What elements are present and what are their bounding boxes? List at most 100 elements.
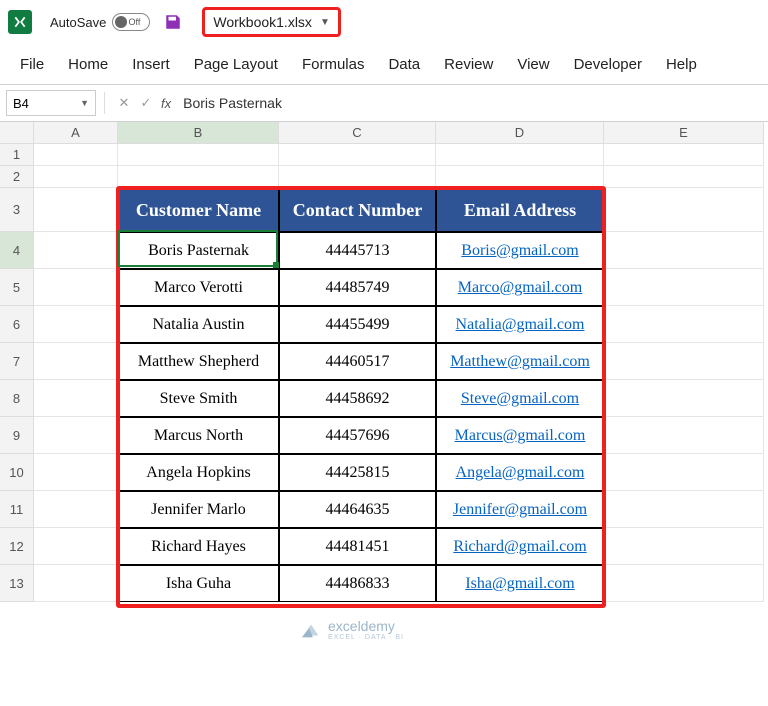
- cell[interactable]: [604, 166, 764, 188]
- tab-developer[interactable]: Developer: [562, 44, 654, 84]
- cell[interactable]: Natalia@gmail.com: [436, 306, 604, 343]
- col-header-b[interactable]: B: [118, 122, 279, 144]
- tab-formulas[interactable]: Formulas: [290, 44, 377, 84]
- cell[interactable]: [604, 565, 764, 602]
- cell[interactable]: Richard@gmail.com: [436, 528, 604, 565]
- cell[interactable]: Angela Hopkins: [118, 454, 279, 491]
- cell[interactable]: 44457696: [279, 417, 436, 454]
- row-header[interactable]: 11: [0, 491, 34, 528]
- cell[interactable]: [604, 306, 764, 343]
- cell[interactable]: 44481451: [279, 528, 436, 565]
- row-header[interactable]: 6: [0, 306, 34, 343]
- filename-dropdown[interactable]: Workbook1.xlsx ▼: [202, 7, 340, 37]
- cell[interactable]: [34, 380, 118, 417]
- cell[interactable]: 44445713: [279, 232, 436, 269]
- row-header[interactable]: 7: [0, 343, 34, 380]
- enter-formula-icon[interactable]: ✓: [135, 92, 157, 114]
- tab-home[interactable]: Home: [56, 44, 120, 84]
- row-header[interactable]: 10: [0, 454, 34, 491]
- cell[interactable]: [604, 343, 764, 380]
- cell[interactable]: [34, 306, 118, 343]
- cell[interactable]: [604, 380, 764, 417]
- cell[interactable]: Marco Verotti: [118, 269, 279, 306]
- cell[interactable]: [34, 166, 118, 188]
- row-header[interactable]: 12: [0, 528, 34, 565]
- cell[interactable]: 44464635: [279, 491, 436, 528]
- cell[interactable]: 44486833: [279, 565, 436, 602]
- cell[interactable]: [604, 454, 764, 491]
- cell[interactable]: Matthew Shepherd: [118, 343, 279, 380]
- row-header[interactable]: 13: [0, 565, 34, 602]
- row-header[interactable]: 5: [0, 269, 34, 306]
- cell[interactable]: [279, 144, 436, 166]
- cell[interactable]: [34, 528, 118, 565]
- col-header-d[interactable]: D: [436, 122, 604, 144]
- cell[interactable]: [34, 417, 118, 454]
- cell[interactable]: [436, 144, 604, 166]
- name-box[interactable]: B4 ▼: [6, 90, 96, 116]
- cell[interactable]: [604, 417, 764, 454]
- cell[interactable]: 44425815: [279, 454, 436, 491]
- fx-icon[interactable]: fx: [161, 96, 171, 111]
- row-header[interactable]: 3: [0, 188, 34, 232]
- cell[interactable]: Boris Pasternak: [118, 232, 279, 269]
- cell[interactable]: [34, 343, 118, 380]
- cell[interactable]: [34, 491, 118, 528]
- row-header[interactable]: 9: [0, 417, 34, 454]
- cell[interactable]: Isha@gmail.com: [436, 565, 604, 602]
- cell[interactable]: [34, 454, 118, 491]
- col-header-c[interactable]: C: [279, 122, 436, 144]
- tab-insert[interactable]: Insert: [120, 44, 182, 84]
- cell[interactable]: Customer Name: [118, 188, 279, 232]
- cell[interactable]: Jennifer@gmail.com: [436, 491, 604, 528]
- cell[interactable]: Marco@gmail.com: [436, 269, 604, 306]
- col-header-e[interactable]: E: [604, 122, 764, 144]
- cell[interactable]: 44485749: [279, 269, 436, 306]
- cell[interactable]: 44458692: [279, 380, 436, 417]
- cell[interactable]: Marcus@gmail.com: [436, 417, 604, 454]
- col-header-a[interactable]: A: [34, 122, 118, 144]
- cell[interactable]: Angela@gmail.com: [436, 454, 604, 491]
- cell[interactable]: Marcus North: [118, 417, 279, 454]
- cell[interactable]: [34, 188, 118, 232]
- cell[interactable]: Jennifer Marlo: [118, 491, 279, 528]
- row-header[interactable]: 4: [0, 232, 34, 269]
- row-header[interactable]: 2: [0, 166, 34, 188]
- cell[interactable]: Steve Smith: [118, 380, 279, 417]
- autosave-toggle[interactable]: AutoSave Off: [50, 13, 150, 31]
- cell[interactable]: Email Address: [436, 188, 604, 232]
- cell[interactable]: 44455499: [279, 306, 436, 343]
- cell[interactable]: Isha Guha: [118, 565, 279, 602]
- cell[interactable]: Boris@gmail.com: [436, 232, 604, 269]
- tab-file[interactable]: File: [8, 44, 56, 84]
- save-button[interactable]: [164, 13, 182, 31]
- spreadsheet-grid[interactable]: A B C D E 123Customer NameContact Number…: [0, 122, 768, 602]
- cell[interactable]: 44460517: [279, 343, 436, 380]
- cell[interactable]: [604, 491, 764, 528]
- cell[interactable]: Steve@gmail.com: [436, 380, 604, 417]
- cell[interactable]: Matthew@gmail.com: [436, 343, 604, 380]
- formula-input[interactable]: [179, 90, 762, 116]
- tab-view[interactable]: View: [505, 44, 561, 84]
- cell[interactable]: [118, 144, 279, 166]
- cell[interactable]: [34, 232, 118, 269]
- cell[interactable]: [34, 565, 118, 602]
- row-header[interactable]: 1: [0, 144, 34, 166]
- cell[interactable]: Richard Hayes: [118, 528, 279, 565]
- cell[interactable]: [604, 528, 764, 565]
- cell[interactable]: Contact Number: [279, 188, 436, 232]
- cell[interactable]: Natalia Austin: [118, 306, 279, 343]
- cell[interactable]: [604, 269, 764, 306]
- cell[interactable]: [436, 166, 604, 188]
- cell[interactable]: [118, 166, 279, 188]
- cell[interactable]: [604, 188, 764, 232]
- tab-data[interactable]: Data: [376, 44, 432, 84]
- cell[interactable]: [604, 144, 764, 166]
- select-all-corner[interactable]: [0, 122, 34, 144]
- tab-page-layout[interactable]: Page Layout: [182, 44, 290, 84]
- cancel-formula-icon[interactable]: ✕: [113, 92, 135, 114]
- tab-review[interactable]: Review: [432, 44, 505, 84]
- tab-help[interactable]: Help: [654, 44, 709, 84]
- row-header[interactable]: 8: [0, 380, 34, 417]
- cell[interactable]: [279, 166, 436, 188]
